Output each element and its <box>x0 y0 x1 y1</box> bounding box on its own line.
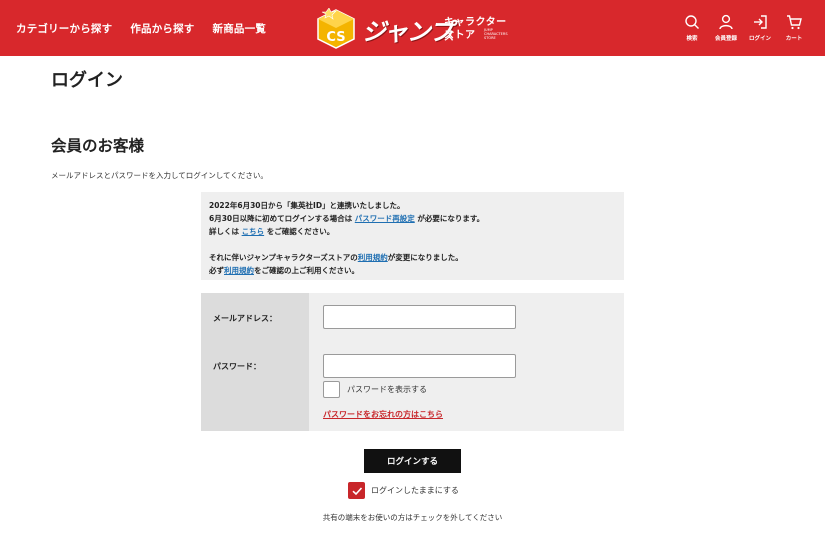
shared-device-note: 共有の端末をお使いの方はチェックを外してください <box>322 513 503 522</box>
notice-line-2-pre: 6月30日以降に初めてログインする場合は <box>209 214 355 223</box>
notice-box: 2022年6月30日から「集英社ID」と連携いたしました。 6月30日以降に初め… <box>201 192 624 280</box>
section-title: 会員のお客様 <box>51 137 145 155</box>
password-reset-link[interactable]: パスワード再設定 <box>355 214 415 223</box>
show-password-checkbox[interactable] <box>323 381 340 398</box>
site-header: カテゴリーから探す 作品から探す 新商品一覧 CS ジャンプ キャラクターズ ス… <box>0 0 825 56</box>
remember-me[interactable]: ログインしたままにする <box>348 482 459 499</box>
notice-line-5: 必ず利用規約をご確認の上ご利用ください。 <box>209 264 616 277</box>
email-field[interactable] <box>323 305 516 329</box>
nav-new-products[interactable]: 新商品一覧 <box>213 21 267 36</box>
nav-works[interactable]: 作品から探す <box>130 21 194 36</box>
remember-me-checkbox[interactable] <box>348 482 365 499</box>
notice-line-2-post: が必要になります。 <box>414 214 485 223</box>
login-nav-button[interactable]: ログイン <box>743 14 777 42</box>
nav-category[interactable]: カテゴリーから探す <box>16 21 112 36</box>
logo-mark-icon: CS <box>317 8 355 49</box>
register-button[interactable]: 会員登録 <box>709 14 743 42</box>
remember-me-label[interactable]: ログインしたままにする <box>371 485 459 496</box>
password-input-cell: パスワードを表示する パスワードをお忘れの方はこちら <box>309 342 624 431</box>
notice-line-2: 6月30日以降に初めてログインする場合は パスワード再設定 が必要になります。 <box>209 212 616 225</box>
show-password-label[interactable]: パスワードを表示する <box>347 384 427 395</box>
notice-line-3-pre: 詳しくは <box>209 227 242 236</box>
intro-text: メールアドレスとパスワードを入力してログインしてください。 <box>51 171 268 180</box>
search-button[interactable]: 検索 <box>675 14 709 42</box>
notice-line-3: 詳しくは こちら をご確認ください。 <box>209 225 616 238</box>
logo-mark-text: CS <box>326 30 345 45</box>
notice-line-4-post: が変更になりました。 <box>387 253 463 262</box>
logo-sub3: JUMP CHARACTERS STORE <box>484 28 508 40</box>
notice-line-5-post: をご確認の上ご利用ください。 <box>254 266 359 275</box>
password-row: パスワード： パスワードを表示する パスワードをお忘れの方はこちら <box>201 342 624 431</box>
logo-sub2: ストア <box>444 30 476 41</box>
search-label: 検索 <box>686 36 698 42</box>
password-label: パスワード： <box>213 362 261 371</box>
login-button[interactable]: ログインする <box>364 449 461 473</box>
cart-icon <box>787 15 802 30</box>
notice-line-4: それに伴いジャンプキャラクターズストアの利用規約が変更になりました。 <box>209 251 616 264</box>
login-form: メールアドレス： パスワード： パスワードを表示する パスワードをお忘れの方はこ… <box>201 293 624 431</box>
terms-link-1[interactable]: 利用規約 <box>358 253 388 262</box>
user-icon <box>719 14 733 30</box>
password-field[interactable] <box>323 354 516 378</box>
notice-line-5-pre: 必ず <box>209 266 224 275</box>
cart-button[interactable]: カート <box>777 14 811 42</box>
header-nav: カテゴリーから探す 作品から探す 新商品一覧 <box>16 21 266 36</box>
email-input-cell <box>309 293 624 342</box>
cart-label: カート <box>785 36 803 42</box>
email-label-cell: メールアドレス： <box>201 293 309 342</box>
email-row: メールアドレス： <box>201 293 624 342</box>
logo-text: ジャンプ <box>362 18 453 46</box>
forgot-password-link[interactable]: パスワードをお忘れの方はこちら <box>323 409 443 420</box>
notice-spacer <box>209 238 616 251</box>
login-nav-label: ログイン <box>748 36 771 42</box>
password-label-cell: パスワード： <box>201 342 309 431</box>
login-icon <box>754 15 767 29</box>
page-title: ログイン <box>51 70 123 91</box>
notice-line-4-pre: それに伴いジャンプキャラクターズストアの <box>209 253 358 262</box>
register-label: 会員登録 <box>714 36 737 42</box>
terms-link-2[interactable]: 利用規約 <box>224 266 254 275</box>
email-label: メールアドレス： <box>213 314 277 323</box>
checkmark-icon <box>351 486 362 495</box>
notice-line-3-post: をご確認ください。 <box>264 227 335 236</box>
notice-line-1: 2022年6月30日から「集英社ID」と連携いたしました。 <box>209 201 405 210</box>
details-link[interactable]: こちら <box>242 227 265 236</box>
header-icons: 検索 会員登録 ログイン カート <box>675 14 811 42</box>
search-icon <box>685 15 699 29</box>
site-logo[interactable]: CS ジャンプ キャラクターズ ストア JUMP CHARACTERS STOR… <box>316 6 512 52</box>
